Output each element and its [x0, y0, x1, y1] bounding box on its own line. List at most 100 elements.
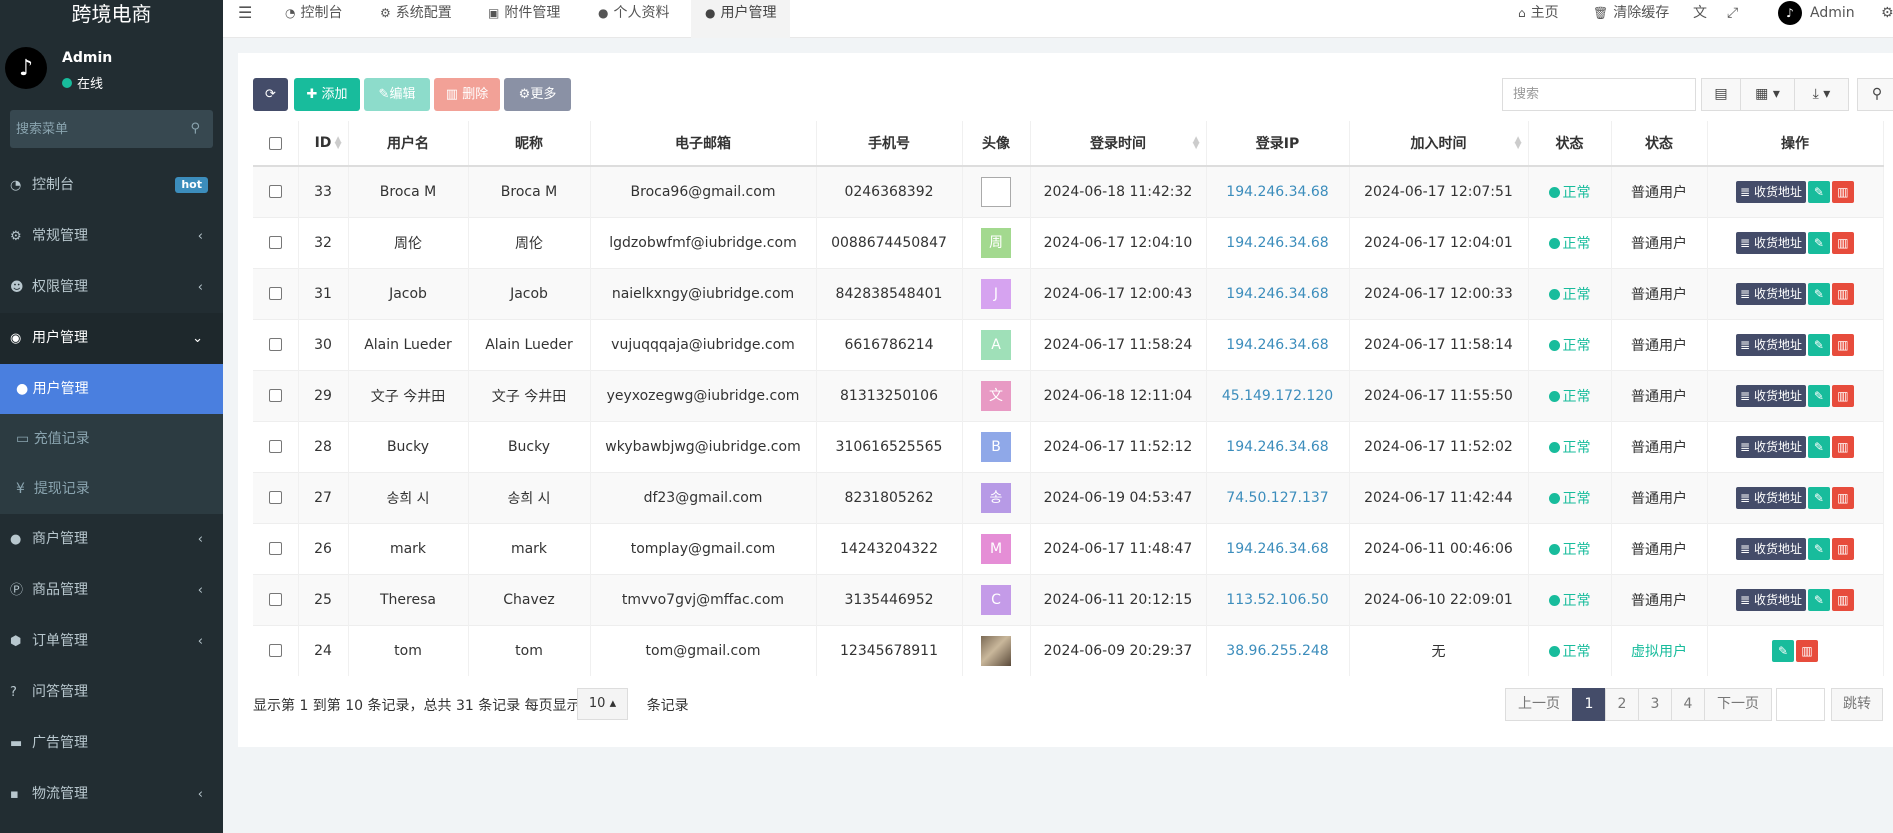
edit-row-button[interactable]: ✎	[1807, 231, 1830, 254]
delete-row-button[interactable]: ▥	[1831, 588, 1854, 611]
ip-link[interactable]: 194.246.34.68	[1226, 235, 1328, 251]
translate-icon[interactable]: 文	[1693, 0, 1707, 38]
tab-profile[interactable]: ● 个人资料	[598, 0, 669, 38]
sidebar-item-ads[interactable]: ▬ 广告管理	[0, 718, 223, 769]
status-badge[interactable]: 正常	[1548, 593, 1591, 609]
sidebar-item-user-management[interactable]: ◉ 用户管理 ⌄	[0, 313, 223, 364]
jump-page-input[interactable]	[1776, 688, 1825, 721]
address-button[interactable]: ≣ 收货地址	[1736, 384, 1806, 407]
edit-button[interactable]: ✎编辑	[364, 78, 430, 111]
delete-button[interactable]: ▥ 删除	[434, 78, 500, 111]
menu-search-input[interactable]	[10, 110, 213, 148]
row-checkbox[interactable]	[268, 593, 282, 606]
sidebar-item-order[interactable]: ⬢ 订单管理 ‹	[0, 616, 223, 667]
sidebar-item-permission[interactable]: ☻ 权限管理 ‹	[0, 262, 223, 313]
row-checkbox[interactable]	[268, 491, 282, 504]
row-checkbox[interactable]	[268, 542, 282, 555]
delete-row-button[interactable]: ▥	[1831, 435, 1854, 458]
page-2-button[interactable]: 2	[1605, 688, 1639, 721]
status-badge[interactable]: 正常	[1548, 185, 1591, 201]
sidebar-subitem-users[interactable]: ● 用户管理	[0, 364, 223, 414]
ip-link[interactable]: 45.149.172.120	[1222, 388, 1333, 404]
prev-page-button[interactable]: 上一页	[1505, 688, 1573, 721]
row-checkbox[interactable]	[268, 440, 282, 453]
settings-gear-icon[interactable]: ⚙	[1881, 0, 1893, 38]
delete-row-button[interactable]: ▥	[1831, 231, 1854, 254]
delete-row-button[interactable]: ▥	[1831, 180, 1854, 203]
edit-row-button[interactable]: ✎	[1807, 537, 1830, 560]
next-page-button[interactable]: 下一页	[1704, 688, 1772, 721]
toggle-view-button[interactable]: ▤	[1701, 78, 1741, 111]
page-size-select[interactable]: 10 ▴	[577, 688, 628, 720]
delete-row-button[interactable]: ▥	[1831, 537, 1854, 560]
tab-system-config[interactable]: ⚙ 系统配置	[380, 0, 452, 38]
jump-button[interactable]: 跳转	[1831, 688, 1883, 721]
status-badge[interactable]: 正常	[1548, 440, 1591, 456]
status-badge[interactable]: 正常	[1548, 236, 1591, 252]
column-header[interactable]: 登录时间 ▲ ▼	[1030, 121, 1207, 167]
address-button[interactable]: ≣ 收货地址	[1736, 333, 1806, 356]
fullscreen-icon[interactable]: ⤢	[1727, 0, 1738, 38]
ip-link[interactable]: 74.50.127.137	[1226, 490, 1328, 506]
tab-user-management[interactable]: ● 用户管理	[691, 0, 791, 38]
tab-dashboard[interactable]: ◔ 控制台	[285, 0, 342, 38]
edit-row-button[interactable]: ✎	[1807, 282, 1830, 305]
ip-link[interactable]: 194.246.34.68	[1226, 184, 1328, 200]
columns-dropdown[interactable]: ▦ ▾	[1740, 78, 1795, 111]
address-button[interactable]: ≣ 收货地址	[1736, 180, 1806, 203]
edit-row-button[interactable]: ✎	[1807, 180, 1830, 203]
delete-row-button[interactable]: ▥	[1796, 639, 1818, 662]
status-badge[interactable]: 正常	[1548, 389, 1591, 405]
delete-row-button[interactable]: ▥	[1831, 486, 1854, 509]
column-header[interactable]: 加入时间 ▲ ▼	[1349, 121, 1529, 167]
export-dropdown[interactable]: ⤓ ▾	[1794, 78, 1849, 111]
sidebar-item-general[interactable]: ⚙ 常规管理 ‹	[0, 211, 223, 262]
status-badge[interactable]: 正常	[1548, 338, 1591, 354]
delete-row-button[interactable]: ▥	[1831, 333, 1854, 356]
sidebar-subitem-recharge[interactable]: ▭ 充值记录	[0, 414, 223, 464]
status-badge[interactable]: 正常	[1548, 287, 1591, 303]
ip-link[interactable]: 194.246.34.68	[1226, 286, 1328, 302]
sidebar-item-merchant[interactable]: ● 商户管理 ‹	[0, 514, 223, 565]
edit-row-button[interactable]: ✎	[1807, 333, 1830, 356]
row-checkbox[interactable]	[268, 389, 282, 402]
home-link[interactable]: ⌂ 主页	[1518, 0, 1559, 38]
admin-menu[interactable]: ♪ Admin	[1778, 0, 1855, 38]
edit-row-button[interactable]: ✎	[1807, 384, 1830, 407]
address-button[interactable]: ≣ 收货地址	[1736, 486, 1806, 509]
tab-attachments[interactable]: ▣ 附件管理	[488, 0, 560, 38]
address-button[interactable]: ≣ 收货地址	[1736, 435, 1806, 458]
ip-link[interactable]: 194.246.34.68	[1226, 439, 1328, 455]
edit-row-button[interactable]: ✎	[1807, 435, 1830, 458]
row-checkbox[interactable]	[268, 236, 282, 249]
sidebar-item-logistics[interactable]: ▪ 物流管理 ‹	[0, 769, 223, 820]
advanced-search-button[interactable]: ⚲	[1857, 78, 1893, 111]
page-1-button[interactable]: 1	[1572, 688, 1606, 721]
ip-link[interactable]: 194.246.34.68	[1226, 337, 1328, 353]
edit-row-button[interactable]: ✎	[1807, 486, 1830, 509]
search-icon[interactable]: ⚲	[190, 121, 200, 136]
address-button[interactable]: ≣ 收货地址	[1736, 537, 1806, 560]
page-4-button[interactable]: 4	[1671, 688, 1705, 721]
status-badge[interactable]: 正常	[1548, 542, 1591, 558]
address-button[interactable]: ≣ 收货地址	[1736, 282, 1806, 305]
sidebar-item-qa[interactable]: ? 问答管理	[0, 667, 223, 718]
row-checkbox[interactable]	[268, 287, 282, 300]
address-button[interactable]: ≣ 收货地址	[1736, 588, 1806, 611]
clear-cache-button[interactable]: 🗑 清除缓存	[1593, 0, 1669, 38]
ip-link[interactable]: 194.246.34.68	[1226, 541, 1328, 557]
row-checkbox[interactable]	[268, 185, 282, 199]
page-3-button[interactable]: 3	[1638, 688, 1672, 721]
sidebar-item-dashboard[interactable]: ◔ 控制台 hot	[0, 160, 223, 211]
row-checkbox[interactable]	[268, 338, 282, 351]
status-badge[interactable]: 正常	[1548, 491, 1591, 507]
row-checkbox[interactable]	[268, 644, 282, 658]
refresh-button[interactable]: ⟳	[253, 78, 288, 111]
delete-row-button[interactable]: ▥	[1831, 282, 1854, 305]
column-header[interactable]: ID ▲ ▼	[298, 121, 349, 167]
sidebar-item-product[interactable]: Ⓟ 商品管理 ‹	[0, 565, 223, 616]
menu-toggle-icon[interactable]: ☰	[238, 0, 252, 38]
app-logo[interactable]: 跨境电商	[0, 0, 223, 28]
add-button[interactable]: ✚ 添加	[294, 78, 360, 111]
address-button[interactable]: ≣ 收货地址	[1736, 231, 1806, 254]
